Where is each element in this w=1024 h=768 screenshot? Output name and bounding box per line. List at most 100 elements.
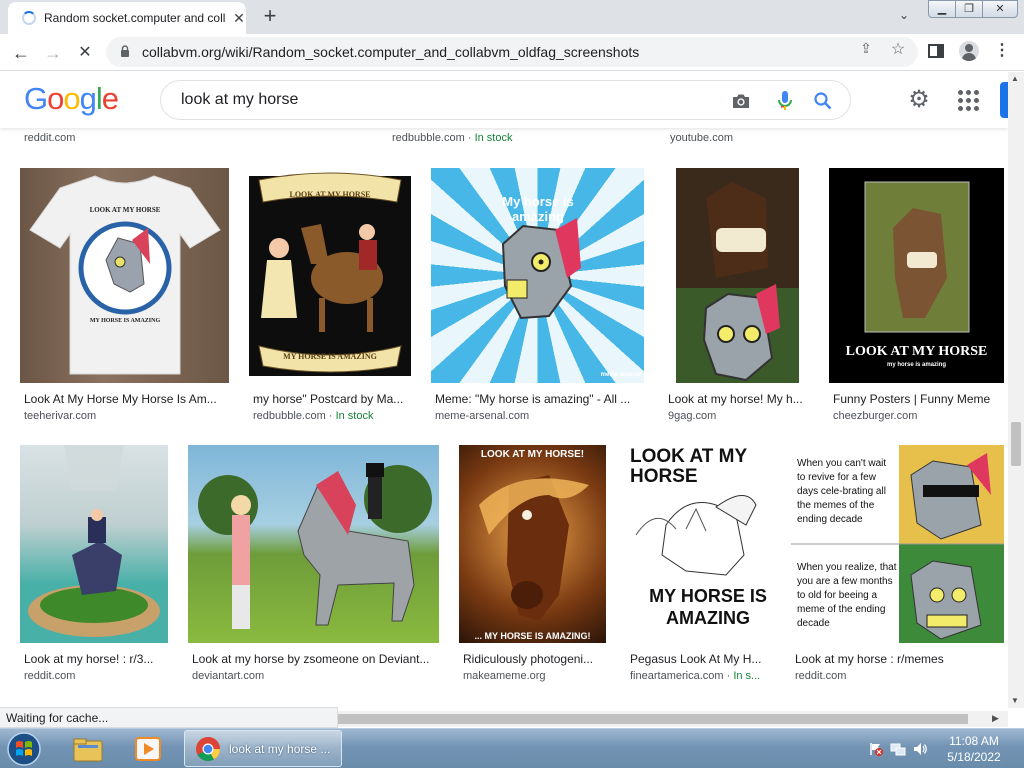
image-result[interactable]: LOOK AT MY HORSE my horse is amazing Fun…: [829, 168, 1005, 428]
result-thumbnail[interactable]: LOOK AT MY HORSE MY HORSE IS AMAZING: [20, 168, 229, 383]
windows-taskbar: look at my horse ... 11:08 AM 5/18/2022: [0, 728, 1024, 768]
browser-tab[interactable]: Random socket.computer and collabvm_oldf…: [8, 2, 246, 34]
image-source[interactable]: redbubble.com · In stock: [392, 132, 512, 144]
result-site: 9gag.com: [668, 410, 717, 422]
logo-letter: e: [101, 81, 119, 116]
pegasus-top-text: LOOK AT MY HORSE: [630, 446, 747, 487]
tab-search-chevron-icon[interactable]: ⌄: [893, 8, 915, 26]
meme-panel-top-text: When you can't wait to revive for a few …: [797, 458, 887, 525]
action-center-flag-icon[interactable]: [868, 741, 884, 757]
scroll-down-arrow-icon[interactable]: ▼: [1011, 696, 1019, 705]
result-title[interactable]: Meme: "My horse is amazing" - All ...: [435, 392, 641, 406]
side-panel-icon[interactable]: [928, 44, 944, 58]
watermark-text: meme-arsenal: [600, 372, 641, 378]
horse-photo-image: [676, 168, 799, 383]
result-site: deviantart.com: [192, 670, 265, 682]
new-tab-button[interactable]: +: [256, 4, 284, 30]
image-result[interactable]: My horse is amazing meme-arsenal Meme: "…: [431, 168, 645, 428]
stock-label: In stock: [335, 410, 374, 422]
result-site: makeameme.org: [463, 670, 546, 682]
image-result[interactable]: LOOK AT MY HORSE MY HORSE IS AMAZING Loo…: [20, 168, 230, 428]
window-minimize-button[interactable]: ▁: [928, 0, 956, 18]
microphone-icon[interactable]: [775, 90, 795, 112]
chrome-icon: [196, 737, 220, 762]
scroll-right-arrow-icon[interactable]: ▶: [992, 713, 999, 724]
google-search-box[interactable]: look at my horse: [160, 80, 851, 120]
settings-gear-icon[interactable]: ⚙: [906, 88, 932, 114]
result-title[interactable]: Ridiculously photogeni...: [463, 652, 607, 666]
tab-close-icon[interactable]: ✕: [230, 9, 248, 27]
camera-icon[interactable]: [731, 92, 751, 110]
result-thumbnail[interactable]: When you can't wait to revive for a few …: [791, 445, 1004, 643]
volume-icon[interactable]: [912, 741, 928, 757]
result-title[interactable]: Pegasus Look At My H...: [630, 652, 770, 666]
page-horizontal-scrollbar[interactable]: ▶: [338, 711, 1008, 727]
media-player-icon[interactable]: [126, 731, 170, 767]
network-icon[interactable]: [890, 741, 906, 757]
result-site: fineartamerica.com · In s...: [630, 670, 761, 682]
window-restore-button[interactable]: ❐: [955, 0, 983, 18]
result-title[interactable]: Look At My Horse My Horse Is Am...: [24, 392, 224, 406]
image-result[interactable]: LOOK AT MY HORSE MY HORSE IS AMAZING my …: [249, 168, 415, 428]
page-vertical-scrollbar[interactable]: ▲ ▼: [1008, 72, 1024, 708]
desktop-screen: Random socket.computer and collabvm_oldf…: [0, 0, 1024, 768]
poster-title: LOOK AT MY HORSE: [845, 344, 988, 359]
result-thumbnail[interactable]: [676, 168, 799, 383]
result-title[interactable]: Funny Posters | Funny Meme: [833, 392, 1005, 406]
stop-loading-icon[interactable]: ✕: [72, 40, 98, 66]
result-thumbnail[interactable]: LOOK AT MY HORSE my horse is amazing: [829, 168, 1004, 383]
back-arrow-icon[interactable]: ←: [8, 40, 34, 66]
cartoon-horse-image: [198, 463, 432, 629]
tab-strip: Random socket.computer and collabvm_oldf…: [0, 0, 1024, 34]
sign-in-button[interactable]: [1000, 82, 1008, 118]
search-icon[interactable]: [813, 91, 833, 111]
windy-horse-image: [479, 475, 589, 621]
result-title[interactable]: Look at my horse : r/memes: [795, 652, 1005, 666]
image-result[interactable]: LOOK AT MY HORSE! ... MY HORSE IS AMAZIN…: [459, 445, 609, 685]
horizontal-scrollbar-thumb[interactable]: [338, 714, 968, 724]
clock-time[interactable]: 11:08 AM: [944, 734, 1004, 748]
image-source[interactable]: reddit.com: [24, 132, 75, 144]
scrollbar-thumb[interactable]: [1011, 422, 1021, 466]
file-explorer-icon[interactable]: [66, 731, 110, 767]
window-close-button[interactable]: ✕: [982, 0, 1018, 18]
taskbar-chrome-button[interactable]: look at my horse ...: [184, 730, 342, 767]
clock-date[interactable]: 5/18/2022: [944, 750, 1004, 764]
image-result[interactable]: When you can't wait to revive for a few …: [791, 445, 1005, 685]
result-title[interactable]: Look at my horse! My h...: [668, 392, 804, 406]
search-query-text[interactable]: look at my horse: [181, 91, 298, 109]
result-site: reddit.com: [795, 670, 847, 682]
image-source[interactable]: youtube.com: [670, 132, 733, 144]
image-result[interactable]: Look at my horse by zsomeone on Deviant.…: [188, 445, 440, 685]
image-result[interactable]: Look at my horse! : r/3... reddit.com: [20, 445, 170, 685]
result-title[interactable]: Look at my horse by zsomeone on Deviant.…: [192, 652, 438, 666]
site-name: fineartamerica.com: [630, 670, 724, 682]
image-result[interactable]: Look at my horse! My h... 9gag.com: [664, 168, 804, 428]
stock-label: In s...: [733, 670, 761, 682]
taskbar-chrome-label: look at my horse ...: [229, 742, 331, 756]
page-content: Google look at my horse ⚙ reddit.com red…: [0, 72, 1008, 708]
start-orb-icon[interactable]: [4, 731, 44, 767]
bookmark-star-icon[interactable]: ☆: [888, 40, 908, 60]
address-bar[interactable]: collabvm.org/wiki/Random_socket.computer…: [106, 37, 918, 67]
scroll-up-arrow-icon[interactable]: ▲: [1011, 74, 1019, 83]
image-result[interactable]: LOOK AT MY HORSE MY HORSE IS AMAZING Peg…: [626, 445, 772, 685]
browser-menu-icon[interactable]: ⋮: [994, 41, 1010, 61]
forward-arrow-icon[interactable]: →: [40, 40, 66, 66]
loading-spinner-icon: [22, 11, 36, 25]
result-title[interactable]: Look at my horse! : r/3...: [24, 652, 168, 666]
result-site: cheezburger.com: [833, 410, 918, 422]
result-thumbnail[interactable]: [20, 445, 168, 643]
result-thumbnail[interactable]: [188, 445, 439, 643]
result-thumbnail[interactable]: LOOK AT MY HORSE MY HORSE IS AMAZING: [626, 445, 771, 643]
google-logo[interactable]: Google: [24, 81, 119, 117]
result-thumbnail[interactable]: LOOK AT MY HORSE MY HORSE IS AMAZING: [249, 168, 411, 383]
logo-letter: o: [47, 81, 64, 116]
profile-avatar-icon[interactable]: [959, 41, 979, 61]
result-title[interactable]: my horse" Postcard by Ma...: [253, 392, 411, 406]
google-apps-grid-icon[interactable]: [958, 90, 980, 112]
share-icon[interactable]: ⇪: [856, 40, 876, 60]
result-thumbnail[interactable]: My horse is amazing meme-arsenal: [431, 168, 644, 383]
tab-title: Random socket.computer and collabvm_oldf…: [44, 11, 226, 25]
result-thumbnail[interactable]: LOOK AT MY HORSE! ... MY HORSE IS AMAZIN…: [459, 445, 606, 643]
